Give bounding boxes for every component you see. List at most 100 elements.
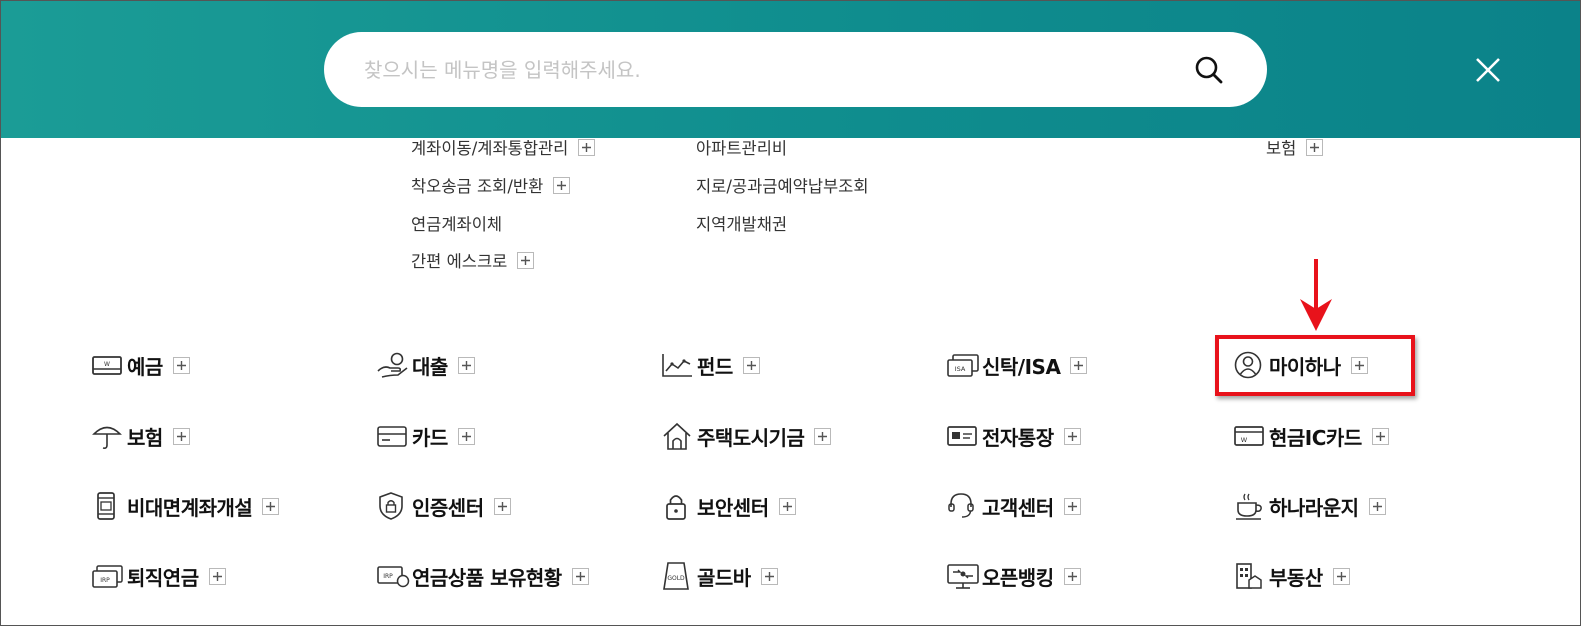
category-insurance[interactable]: 보험 [91,419,190,453]
category-open-banking[interactable]: 오픈뱅킹 [946,559,1081,593]
category-gold-bar[interactable]: GOLD 골드바 [661,559,778,593]
expand-button[interactable] [1063,497,1081,515]
expand-button[interactable] [517,251,535,269]
category-deposit[interactable]: W 예금 [91,348,190,382]
svg-text:IRP: IRP [100,577,110,584]
expand-button[interactable] [778,497,796,515]
submenu-label: 아파트관리비 [696,139,788,158]
category-untact-account[interactable]: 비대면계좌개설 [91,489,280,523]
plus-icon [1067,571,1077,581]
shield-lock-icon [376,491,410,521]
search-input[interactable] [364,50,1164,90]
category-cash-ic-card[interactable]: W 현금IC카드 [1233,419,1389,453]
category-label: 전자통장 [982,425,1054,450]
expand-button[interactable] [457,427,475,445]
expand-button[interactable] [1371,427,1389,445]
expand-button[interactable] [578,138,596,156]
search-header [1,1,1580,138]
submenu-apartment-fee[interactable]: 아파트관리비 [696,135,787,159]
svg-text:ISA: ISA [955,365,966,373]
category-trust-isa[interactable]: ISA 신탁/ISA [946,348,1088,382]
plus-icon [764,571,774,581]
submenu-label: 계좌이동/계좌통합관리 [411,139,569,158]
plus-icon [1336,571,1346,581]
category-pension-holdings[interactable]: IRP 연금상품 보유현황 [376,559,589,593]
category-certification-center[interactable]: 인증센터 [376,489,511,523]
svg-text:GOLD: GOLD [667,575,685,582]
expand-button[interactable] [493,497,511,515]
house-icon [661,421,695,451]
expand-button[interactable] [1306,138,1324,156]
expand-button[interactable] [742,356,760,374]
submenu-label: 지역개발채권 [696,215,788,234]
category-label: 주택도시기금 [697,425,805,450]
category-e-passbook[interactable]: 전자통장 [946,419,1081,453]
category-customer-center[interactable]: 고객센터 [946,489,1081,523]
plus-icon [582,142,592,152]
expand-button[interactable] [1070,356,1088,374]
irp-coin-icon: IRP [376,561,410,591]
submenu-mistaken-remittance[interactable]: 착오송금 조회/반환 [411,173,571,197]
category-real-estate[interactable]: 부동산 [1233,559,1350,593]
plus-icon [1375,431,1385,441]
close-icon [1476,58,1500,82]
submenu-label: 보험 [1266,139,1297,158]
plus-icon [575,571,585,581]
plus-icon [176,431,186,441]
highlight-box [1215,335,1415,396]
plus-icon [212,571,222,581]
headset-icon [946,491,980,521]
expand-button[interactable] [814,427,832,445]
category-label: 하나라운지 [1269,495,1359,520]
expand-button[interactable] [208,567,226,585]
plus-icon [266,501,276,511]
category-loan[interactable]: 대출 [376,348,475,382]
search-button[interactable] [1191,52,1227,88]
category-label: 현금IC카드 [1269,425,1362,450]
menu-overlay: 계좌이동/계좌통합관리 착오송금 조회/반환 연금계좌이체 간편 에스크로 아파… [0,0,1581,626]
category-label: 골드바 [697,565,751,590]
expand-button[interactable] [571,567,589,585]
close-button[interactable] [1469,51,1507,89]
expand-button[interactable] [553,176,571,194]
submenu-insurance[interactable]: 보험 [1266,135,1324,159]
category-label: 인증센터 [412,495,484,520]
submenu-label: 연금계좌이체 [411,215,503,234]
expand-button[interactable] [172,427,190,445]
padlock-icon [661,491,695,521]
svg-text:IRP: IRP [383,573,393,580]
category-card[interactable]: 카드 [376,419,475,453]
plus-icon [521,255,531,265]
expand-button[interactable] [1368,497,1386,515]
category-fund[interactable]: 펀드 [661,348,760,382]
category-hana-lounge[interactable]: 하나라운지 [1233,489,1386,523]
plus-icon [461,431,471,441]
submenu-giro-reservation[interactable]: 지로/공과금예약납부조회 [696,173,869,197]
submenu-account-transfer[interactable]: 계좌이동/계좌통합관리 [411,135,596,159]
mobile-phone-icon [91,491,125,521]
category-security-center[interactable]: 보안센터 [661,489,796,523]
hand-coin-icon [376,350,410,380]
plus-icon [818,431,828,441]
submenu-label: 간편 에스크로 [411,252,508,271]
plus-icon [1372,501,1382,511]
expand-button[interactable] [760,567,778,585]
submenu-escrow[interactable]: 간편 에스크로 [411,248,535,272]
expand-button[interactable] [1063,427,1081,445]
category-retirement-pension[interactable]: IRP 퇴직연금 [91,559,226,593]
category-label: 보험 [127,425,163,450]
expand-button[interactable] [457,356,475,374]
expand-button[interactable] [1332,567,1350,585]
expand-button[interactable] [262,497,280,515]
category-housing-fund[interactable]: 주택도시기금 [661,419,832,453]
ic-card-icon: W [1233,421,1267,451]
irp-card-icon: IRP [91,561,125,591]
category-label: 부동산 [1269,565,1323,590]
category-label: 퇴직연금 [127,565,199,590]
category-label: 예금 [127,354,163,379]
expand-button[interactable] [1063,567,1081,585]
submenu-regional-bond[interactable]: 지역개발채권 [696,211,787,235]
submenu-pension-transfer[interactable]: 연금계좌이체 [411,211,502,235]
expand-button[interactable] [172,356,190,374]
e-passbook-icon [946,421,980,451]
